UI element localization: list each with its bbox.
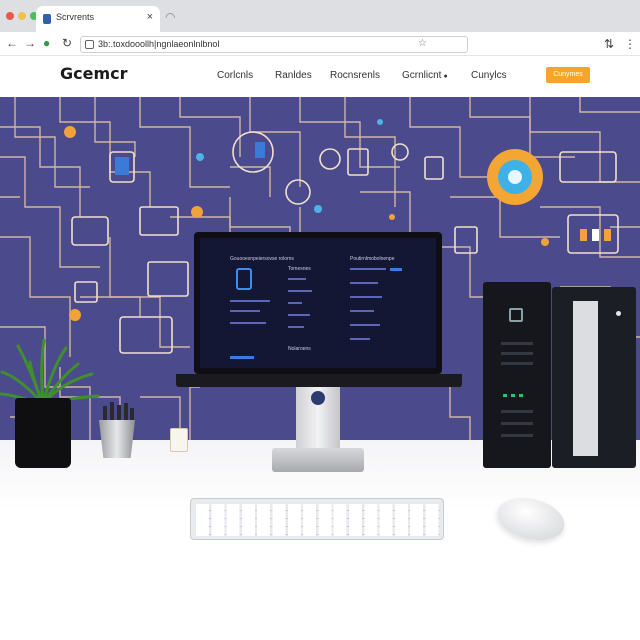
screen-line xyxy=(288,302,302,304)
screen-heading-left: Gouooesnpeiersovse rolorns xyxy=(230,256,294,262)
keyboard xyxy=(190,498,444,540)
nav-link-4[interactable]: Gcrnlicnt ● xyxy=(402,70,448,81)
monitor-chin xyxy=(176,374,462,387)
screen-line xyxy=(230,300,270,302)
status-led xyxy=(503,394,507,397)
secure-shield-icon[interactable]: ● xyxy=(43,36,50,50)
server-slot xyxy=(501,362,533,365)
server-slot xyxy=(501,342,533,345)
server-tower-2 xyxy=(552,287,636,468)
keyboard-keys xyxy=(196,504,440,536)
browser-tab[interactable]: Scrvrents × xyxy=(36,6,160,32)
address-bar-row: ← → ● ↻ 3b:.toxdooollh|ngnlaeonlnlbnol ☆… xyxy=(0,32,640,56)
screen-line xyxy=(288,278,306,280)
tab-title: Scrvrents xyxy=(56,12,95,22)
screen-tab-2: Nolaroens xyxy=(288,346,311,352)
screen-button xyxy=(230,356,254,359)
screen-line xyxy=(288,290,312,292)
cta-button[interactable]: Cunymes xyxy=(546,67,590,83)
bookmark-icon[interactable]: ☆ xyxy=(418,38,427,49)
screen-line xyxy=(350,338,370,340)
minimize-window-dot[interactable] xyxy=(18,12,26,20)
server-slot xyxy=(501,410,533,413)
nav-link-3[interactable]: Rocnsrenls xyxy=(330,70,380,81)
server-slot xyxy=(501,434,533,437)
screen-logo-icon xyxy=(236,268,252,290)
url-input[interactable]: 3b:.toxdooollh|ngnlaeonlnlbnol ☆ xyxy=(80,36,468,53)
status-led xyxy=(519,394,523,397)
plant-leaves xyxy=(0,338,100,406)
server-tower-1 xyxy=(483,282,551,468)
monitor-stand-base xyxy=(272,448,364,472)
extension-icon[interactable]: ⇅ xyxy=(604,37,614,51)
status-led xyxy=(511,394,515,397)
close-window-dot[interactable] xyxy=(6,12,14,20)
screen-line xyxy=(350,296,382,298)
screen-line xyxy=(230,322,266,324)
reload-icon[interactable]: ↻ xyxy=(62,36,72,50)
forward-arrow-icon[interactable]: → xyxy=(24,36,36,50)
menu-icon[interactable]: ⋮ xyxy=(624,37,636,51)
nav-link-1[interactable]: Corlcnls xyxy=(217,70,253,81)
screen-line xyxy=(350,324,380,326)
candle xyxy=(170,428,188,452)
power-led xyxy=(616,311,621,316)
server-slot xyxy=(501,352,533,355)
back-arrow-icon[interactable]: ← xyxy=(6,36,18,50)
site-header: Gcemcr Corlcnls Ranldes Rocnsrenls Gcrnl… xyxy=(0,57,640,97)
monitor-screen: Gouooesnpeiersovse rolorns Poutirnlmobol… xyxy=(200,238,436,368)
screen-line xyxy=(288,314,310,316)
window-controls xyxy=(6,12,38,20)
server-front-panel xyxy=(573,301,598,456)
screen-line xyxy=(350,282,378,284)
chevron-down-icon: ● xyxy=(443,73,448,80)
screen-line xyxy=(390,268,402,271)
screen-heading-right: Poutirnlmobolnenpe xyxy=(350,256,395,262)
site-logo[interactable]: Gcemcr xyxy=(60,64,128,83)
screen-line xyxy=(350,310,374,312)
server-port-icon xyxy=(509,308,523,322)
page-info-icon[interactable] xyxy=(85,40,94,49)
screen-line xyxy=(230,310,260,312)
nav-link-2[interactable]: Ranldes xyxy=(275,70,312,81)
favicon-icon xyxy=(43,14,51,24)
nav-link-4-label: Gcrnlicnt xyxy=(402,70,442,81)
screen-tab-1: Tomesnes xyxy=(288,266,311,272)
pen-holder xyxy=(99,420,135,458)
url-text: 3b:.toxdooollh|ngnlaeonlnlbnol xyxy=(98,39,220,49)
screen-line xyxy=(288,326,304,328)
monitor: Gouooesnpeiersovse rolorns Poutirnlmobol… xyxy=(194,232,442,374)
browser-tab-bar: Scrvrents × ◠ xyxy=(0,0,640,32)
screen-line xyxy=(350,268,386,270)
close-icon[interactable]: × xyxy=(147,11,153,23)
new-tab-icon[interactable]: ◠ xyxy=(165,10,175,24)
nav-link-5[interactable]: Cunylcs xyxy=(471,70,507,81)
monitor-stand-logo xyxy=(311,391,325,405)
server-slot xyxy=(501,422,533,425)
plant-pot xyxy=(15,398,71,468)
